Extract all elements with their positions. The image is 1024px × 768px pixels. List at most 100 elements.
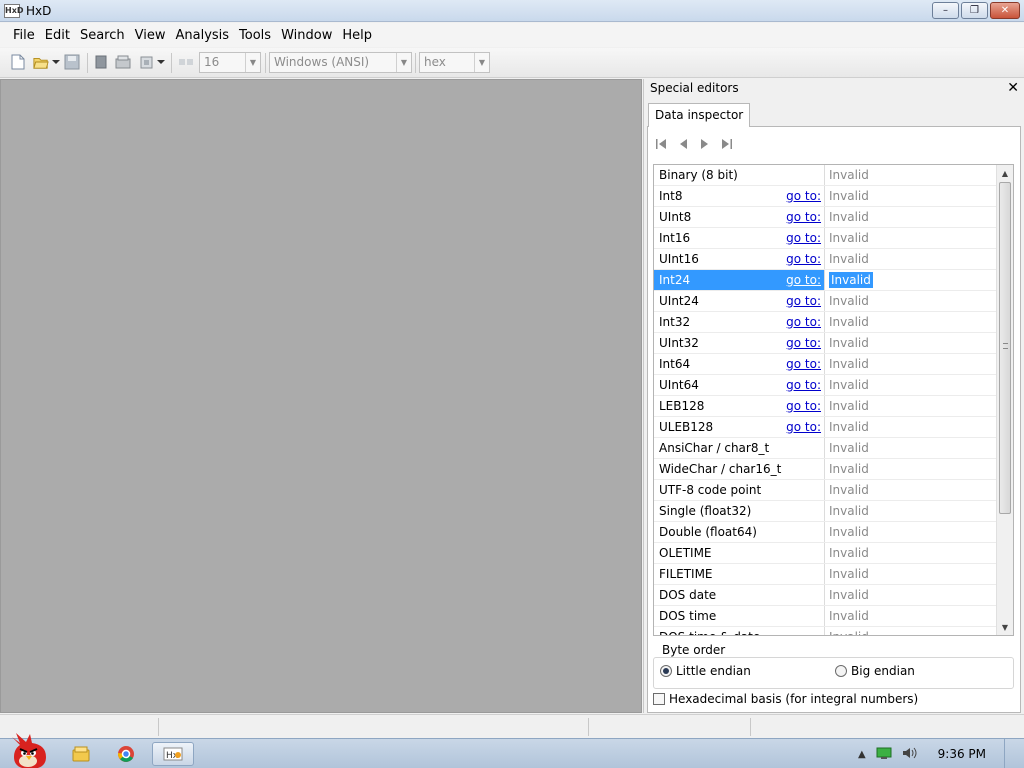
inspector-row-value[interactable]: Invalid — [825, 270, 996, 290]
first-icon[interactable] — [654, 137, 668, 151]
next-icon[interactable] — [698, 137, 712, 151]
inspector-row[interactable]: UInt24 go to: Invalid — [654, 291, 996, 312]
goto-link[interactable]: go to: — [786, 354, 821, 374]
inspector-row-value[interactable]: Invalid — [825, 249, 996, 269]
goto-link[interactable]: go to: — [786, 270, 821, 290]
menu-view[interactable]: View — [130, 28, 171, 43]
close-button[interactable]: ✕ — [990, 2, 1020, 19]
inspector-row[interactable]: Int16 go to: Invalid — [654, 228, 996, 249]
offset-base-select[interactable]: hex ▼ — [419, 52, 490, 73]
chrome-taskbar-icon[interactable] — [109, 742, 143, 766]
scroll-up-icon[interactable]: ▲ — [997, 165, 1013, 181]
inspector-row[interactable]: UInt64 go to: Invalid — [654, 375, 996, 396]
inspector-row[interactable]: LEB128 go to: Invalid — [654, 396, 996, 417]
scroll-thumb[interactable] — [999, 182, 1011, 514]
inspector-row-value[interactable]: Invalid — [825, 312, 996, 332]
open-disk-icon[interactable] — [115, 54, 131, 70]
inspector-row[interactable]: Int8 go to: Invalid — [654, 186, 996, 207]
charset-select[interactable]: Windows (ANSI) ▼ — [269, 52, 412, 73]
inspector-row-value[interactable]: Invalid — [825, 438, 996, 458]
inspector-row-value[interactable]: Invalid — [825, 333, 996, 353]
inspector-row[interactable]: Double (float64) Invalid — [654, 522, 996, 543]
vertical-scrollbar[interactable]: ▲ ▼ — [996, 165, 1013, 635]
inspector-row[interactable]: AnsiChar / char8_t Invalid — [654, 438, 996, 459]
goto-link[interactable]: go to: — [786, 207, 821, 227]
inspector-row-value[interactable]: Invalid — [825, 417, 996, 437]
inspector-row-value[interactable]: Invalid — [825, 480, 996, 500]
menu-search[interactable]: Search — [75, 28, 130, 43]
explorer-taskbar-icon[interactable] — [64, 742, 98, 766]
inspector-row[interactable]: UInt16 go to: Invalid — [654, 249, 996, 270]
menu-analysis[interactable]: Analysis — [170, 28, 234, 43]
inspector-row[interactable]: Binary (8 bit) Invalid — [654, 165, 996, 186]
goto-link[interactable]: go to: — [786, 249, 821, 269]
inspector-row-value[interactable]: Invalid — [825, 228, 996, 248]
inspector-row[interactable]: Single (float32) Invalid — [654, 501, 996, 522]
bytes-per-row-select[interactable]: 16 ▼ — [199, 52, 261, 73]
goto-link[interactable]: go to: — [786, 291, 821, 311]
goto-link[interactable]: go to: — [786, 333, 821, 353]
goto-link[interactable]: go to: — [786, 396, 821, 416]
menu-tools[interactable]: Tools — [234, 28, 276, 43]
inspector-row-value[interactable]: Invalid — [825, 564, 996, 584]
inspector-row[interactable]: FILETIME Invalid — [654, 564, 996, 585]
minimize-button[interactable]: – — [932, 2, 959, 19]
network-icon[interactable] — [876, 746, 892, 763]
open-file-icon[interactable] — [33, 54, 49, 70]
inspector-row[interactable]: UInt32 go to: Invalid — [654, 333, 996, 354]
inspector-row[interactable]: Int32 go to: Invalid — [654, 312, 996, 333]
clock[interactable]: 9:36 PM — [938, 747, 986, 761]
big-endian-radio[interactable]: Big endian — [835, 664, 915, 678]
menu-file[interactable]: File — [8, 28, 40, 43]
inspector-row[interactable]: Int64 go to: Invalid — [654, 354, 996, 375]
menu-window[interactable]: Window — [276, 28, 337, 43]
show-desktop-button[interactable] — [1004, 739, 1014, 768]
goto-link[interactable]: go to: — [786, 417, 821, 437]
hex-editor-area[interactable] — [0, 79, 642, 713]
goto-link[interactable]: go to: — [786, 375, 821, 395]
inspector-row-value[interactable]: Invalid — [825, 543, 996, 563]
ram-dropdown-icon[interactable] — [156, 54, 166, 70]
menu-edit[interactable]: Edit — [40, 28, 75, 43]
inspector-row-value[interactable]: Invalid — [825, 165, 996, 185]
goto-link[interactable]: go to: — [786, 228, 821, 248]
inspector-row-value[interactable]: Invalid — [825, 375, 996, 395]
open-ram-icon[interactable] — [139, 54, 155, 70]
inspector-row[interactable]: UInt8 go to: Invalid — [654, 207, 996, 228]
maximize-button[interactable]: ❐ — [961, 2, 988, 19]
hxd-app-icon[interactable]: HxD — [4, 4, 24, 18]
inspector-row[interactable]: DOS time & date Invalid — [654, 627, 996, 635]
tab-data-inspector[interactable]: Data inspector — [648, 103, 751, 127]
previous-icon[interactable] — [676, 137, 690, 151]
inspector-row-value[interactable]: Invalid — [825, 627, 996, 635]
save-icon[interactable] — [64, 54, 80, 70]
start-button[interactable] — [6, 731, 50, 768]
panel-close-icon[interactable]: ✕ — [1007, 80, 1019, 96]
inspector-row-value[interactable]: Invalid — [825, 291, 996, 311]
little-endian-radio[interactable]: Little endian — [660, 664, 751, 678]
inspector-row-value[interactable]: Invalid — [825, 606, 996, 626]
inspector-row[interactable]: ULEB128 go to: Invalid — [654, 417, 996, 438]
inspector-row-value[interactable]: Invalid — [825, 354, 996, 374]
inspector-row[interactable]: OLETIME Invalid — [654, 543, 996, 564]
last-icon[interactable] — [720, 137, 734, 151]
goto-link[interactable]: go to: — [786, 186, 821, 206]
close-file-icon[interactable] — [93, 54, 109, 70]
inspector-row-value[interactable]: Invalid — [825, 186, 996, 206]
hex-basis-checkbox[interactable]: Hexadecimal basis (for integral numbers) — [653, 692, 918, 706]
inspector-row-value[interactable]: Invalid — [825, 396, 996, 416]
menu-help[interactable]: Help — [337, 28, 377, 43]
inspector-row-value[interactable]: Invalid — [825, 207, 996, 227]
goto-link[interactable]: go to: — [786, 312, 821, 332]
inspector-row-value[interactable]: Invalid — [825, 459, 996, 479]
inspector-row[interactable]: UTF-8 code point Invalid — [654, 480, 996, 501]
inspector-row[interactable]: Int24 go to: Invalid — [654, 270, 996, 291]
show-hidden-icons-icon[interactable]: ▲ — [858, 749, 866, 760]
inspector-row[interactable]: DOS time Invalid — [654, 606, 996, 627]
open-dropdown-icon[interactable] — [51, 54, 61, 70]
inspector-row-value[interactable]: Invalid — [825, 501, 996, 521]
volume-icon[interactable] — [902, 746, 918, 763]
hxd-taskbar-icon[interactable]: Hx — [152, 742, 194, 766]
inspector-row-value[interactable]: Invalid — [825, 522, 996, 542]
scroll-down-icon[interactable]: ▼ — [997, 619, 1013, 635]
